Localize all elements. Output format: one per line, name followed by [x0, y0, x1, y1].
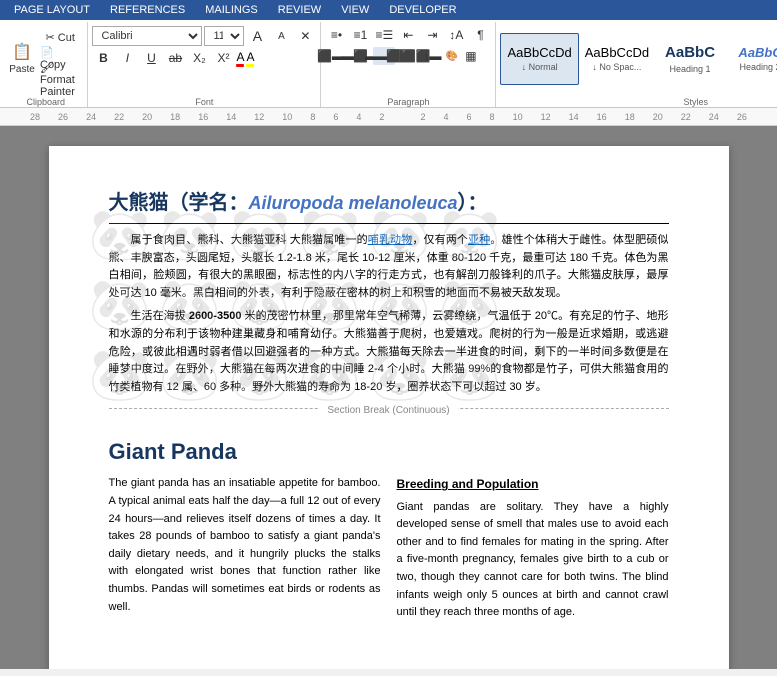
section-break: Section Break (Continuous)	[109, 408, 669, 427]
strikethrough-button[interactable]: ab	[164, 49, 186, 67]
highlight-icon: A	[246, 50, 254, 64]
style-no-spacing[interactable]: AaBbCcDd ↓ No Spac...	[579, 33, 655, 85]
clipboard-group: 📋 Paste ✂ Cut 📄 Copy 🖌 Format Painter Cl…	[4, 22, 88, 107]
sort-button[interactable]: ↕A	[445, 26, 467, 44]
ribbon: PAGE LAYOUT REFERENCES MAILINGS REVIEW V…	[0, 0, 777, 108]
italic-button[interactable]: I	[116, 49, 138, 67]
giant-panda-title: Giant Panda	[109, 439, 669, 465]
style-heading2-label: Heading 2	[740, 62, 777, 72]
text-color-button[interactable]: A	[236, 50, 244, 67]
style-heading2-preview: AaBbC	[738, 45, 777, 61]
style-normal[interactable]: AaBbCcDd ↓ Normal	[500, 33, 578, 85]
tab-view[interactable]: VIEW	[331, 0, 379, 20]
paragraph-2: 生活在海拔 2600-3500 米的茂密竹林里，那里常年空气稀薄，云雾缭绕，气温…	[109, 308, 669, 396]
title-prefix: 大熊猫（学名：	[109, 192, 249, 214]
multilevel-list-button[interactable]: ≡☰	[373, 26, 395, 44]
altitude-bold: 2600-3500	[189, 310, 242, 322]
title-scientific: Ailuropoda melanoleuca	[249, 193, 458, 213]
ribbon-tab-bar: PAGE LAYOUT REFERENCES MAILINGS REVIEW V…	[0, 0, 777, 20]
cut-button[interactable]: ✂ Cut	[37, 28, 83, 48]
style-normal-label: ↓ Normal	[522, 62, 558, 72]
section-break-label: Section Break (Continuous)	[319, 405, 457, 416]
style-normal-preview: AaBbCcDd	[507, 45, 571, 61]
font-color-icon: A	[236, 50, 244, 64]
shrink-font-button[interactable]: A	[270, 27, 292, 45]
shading-icon: 🎨	[445, 51, 457, 62]
col1-text: The giant panda has an insatiable appeti…	[109, 475, 381, 616]
font-color-bar	[236, 64, 244, 67]
col2-text: Giant pandas are solitary. They have a h…	[397, 499, 669, 622]
font-label: Font	[92, 95, 316, 107]
style-heading2[interactable]: AaBbC Heading 2	[725, 33, 777, 85]
tab-mailings[interactable]: MAILINGS	[195, 0, 268, 20]
title-suffix: ）：	[458, 192, 488, 214]
style-no-spacing-preview: AaBbCcDd	[585, 45, 649, 61]
tab-page-layout[interactable]: PAGE LAYOUT	[4, 0, 100, 20]
style-heading1-preview: AaBbC	[665, 44, 715, 62]
paragraph-group: ≡• ≡1 ≡☰ ⇤ ⇥ ↕A ¶ ⬛▬▬ ▬⬛▬ ▬▬⬛ ⬛⬛⬛ ↕▬	[321, 22, 496, 107]
justify-button[interactable]: ⬛⬛⬛	[397, 47, 419, 65]
tab-developer[interactable]: DEVELOPER	[379, 0, 466, 20]
paste-button[interactable]: 📋 Paste	[8, 33, 36, 85]
ribbon-body: 📋 Paste ✂ Cut 📄 Copy 🖌 Format Painter Cl…	[0, 20, 777, 108]
tab-review[interactable]: REVIEW	[268, 0, 331, 20]
column-1: The giant panda has an insatiable appeti…	[109, 475, 381, 621]
bold-button[interactable]: B	[92, 49, 114, 67]
numbering-button[interactable]: ≡1	[349, 26, 371, 44]
highlight-color-bar	[246, 64, 254, 67]
font-size-select[interactable]: 11	[204, 26, 244, 46]
link-subspecies[interactable]: 亚种	[468, 234, 490, 246]
highlight-color-button[interactable]: A	[246, 50, 254, 67]
link-mammal[interactable]: 哺乳动物	[368, 234, 413, 246]
tab-references[interactable]: REFERENCES	[100, 0, 195, 20]
document-page[interactable]: 🐼 🐼 🐼 🐼 🐼 🐼 🐼 🐼 🐼 🐼 🐼 🐼 🐼 🐼 🐼 🐼 🐼 🐼 大熊猫（…	[49, 146, 729, 669]
paragraph-label: Paragraph	[325, 95, 491, 107]
ruler: 28 26 24 22 20 18 16 14 12 10 8 6 4 2 2 …	[0, 108, 777, 126]
document-container: 🐼 🐼 🐼 🐼 🐼 🐼 🐼 🐼 🐼 🐼 🐼 🐼 🐼 🐼 🐼 🐼 🐼 🐼 大熊猫（…	[0, 126, 777, 669]
style-heading1[interactable]: AaBbC Heading 1	[655, 33, 725, 85]
font-group: Calibri 11 A A ✕ B I U ab X₂	[88, 22, 321, 107]
column-2: Breeding and Population Giant pandas are…	[397, 475, 669, 621]
style-heading1-label: Heading 1	[670, 64, 711, 74]
decrease-indent-button[interactable]: ⇤	[397, 26, 419, 44]
shading-button[interactable]: 🎨	[445, 51, 457, 62]
bullets-button[interactable]: ≡•	[325, 26, 347, 44]
style-no-spacing-label: ↓ No Spac...	[592, 62, 641, 72]
styles-label: Styles	[500, 95, 777, 107]
format-painter-button[interactable]: 🖌 Format Painter	[37, 70, 83, 90]
underline-button[interactable]: U	[140, 49, 162, 67]
doc-body-chinese: 属于食肉目、熊科、大熊猫亚科 大熊猫属唯一的哺乳动物，仅有两个亚种。雄性个体稍大…	[109, 232, 669, 396]
clear-format-button[interactable]: ✕	[294, 27, 316, 45]
title-divider	[109, 223, 669, 224]
styles-group: AaBbCcDd ↓ Normal AaBbCcDd ↓ No Spac... …	[496, 22, 777, 107]
paste-label: Paste	[9, 64, 35, 75]
ruler-numbers: 28 26 24 22 20 18 16 14 12 10 8 6 4 2 2 …	[30, 112, 747, 122]
show-formatting-button[interactable]: ¶	[469, 26, 491, 44]
grow-font-button[interactable]: A	[246, 27, 268, 45]
borders-button[interactable]: ▦	[460, 47, 482, 65]
font-name-select[interactable]: Calibri	[92, 26, 202, 46]
increase-indent-button[interactable]: ⇥	[421, 26, 443, 44]
two-column-section: The giant panda has an insatiable appeti…	[109, 475, 669, 621]
superscript-button[interactable]: X²	[212, 49, 234, 67]
clipboard-label: Clipboard	[8, 95, 83, 107]
doc-title-zh: 大熊猫（学名：Ailuropoda melanoleuca）：	[109, 186, 669, 215]
line-spacing-button[interactable]: ↕▬	[421, 47, 443, 65]
paragraph-1: 属于食肉目、熊科、大熊猫亚科 大熊猫属唯一的哺乳动物，仅有两个亚种。雄性个体稍大…	[109, 232, 669, 302]
paste-icon: 📋	[12, 42, 32, 64]
subscript-button[interactable]: X₂	[188, 49, 210, 67]
col2-title: Breeding and Population	[397, 475, 669, 494]
